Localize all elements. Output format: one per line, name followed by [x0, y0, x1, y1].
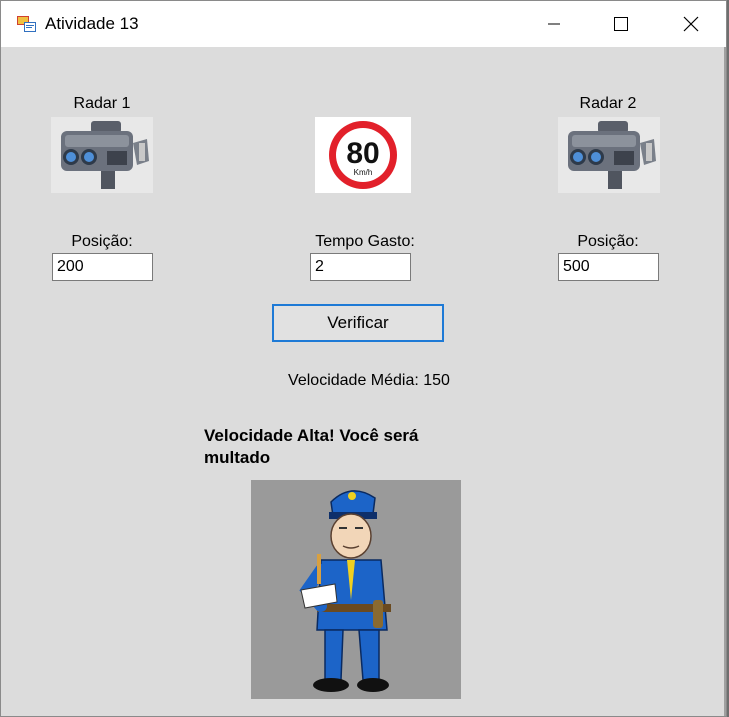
window-right-edge: [724, 47, 726, 716]
tempo-label: Tempo Gasto:: [315, 233, 415, 250]
speed-limit-unit: Km/h: [354, 168, 373, 177]
form-app-icon: [17, 16, 36, 32]
close-button[interactable]: [668, 1, 714, 47]
window-title: Atividade 13: [45, 14, 139, 33]
average-speed-label: Velocidade Média: 150: [288, 372, 450, 389]
speed-limit-sign-icon: 80 Km/h: [315, 117, 411, 193]
tempo-input[interactable]: [310, 253, 411, 281]
posicao2-input[interactable]: [558, 253, 659, 281]
speed-camera-icon: [51, 117, 153, 193]
radar1-label: Radar 1: [73, 95, 131, 112]
verificar-button[interactable]: Verificar: [272, 304, 444, 342]
posicao1-input[interactable]: [52, 253, 153, 281]
maximize-icon: [614, 17, 628, 31]
minimize-button[interactable]: [531, 1, 577, 47]
app-window: Atividade 13 Radar 1 80 Km/h Radar 2 Pos…: [0, 0, 727, 717]
close-icon: [683, 16, 699, 32]
speed-camera-icon: [558, 117, 660, 193]
police-officer-icon: [251, 480, 461, 699]
result-message: Velocidade Alta! Você será multado: [204, 426, 419, 467]
posicao1-label: Posição:: [71, 233, 133, 250]
maximize-button[interactable]: [598, 1, 644, 47]
radar2-label: Radar 2: [579, 95, 637, 112]
speed-limit-value: 80: [346, 137, 379, 170]
title-bar[interactable]: Atividade 13: [1, 1, 726, 47]
minimize-icon: [548, 23, 560, 25]
posicao2-label: Posição:: [577, 233, 639, 250]
